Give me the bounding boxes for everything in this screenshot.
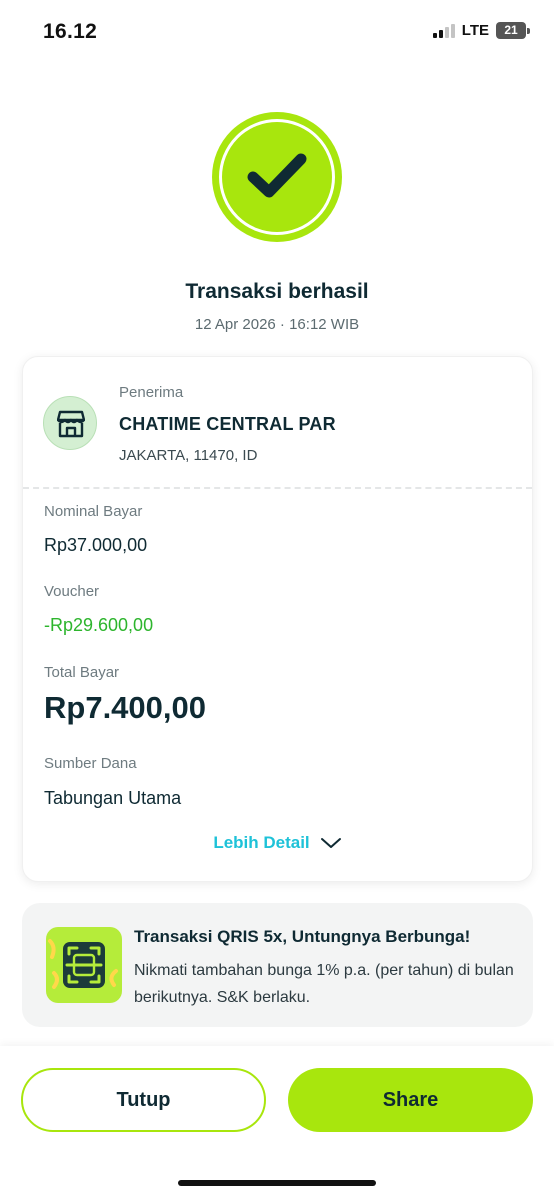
promo-title: Transaksi QRIS 5x, Untungnya Berbunga! — [134, 927, 471, 946]
total-label: Total Bayar — [44, 664, 120, 681]
store-icon — [43, 396, 97, 450]
status-time: 16.12 — [43, 20, 98, 43]
voucher-label: Voucher — [44, 583, 100, 600]
total-value: Rp7.400,00 — [44, 690, 206, 725]
success-check-icon — [212, 112, 342, 242]
recipient-label: Penerima — [119, 384, 184, 401]
nominal-value: Rp37.000,00 — [44, 535, 148, 555]
transaction-detail-card: Penerima CHATIME CENTRAL PAR JAKARTA, 11… — [22, 356, 533, 882]
status-indicators: LTE 21 — [432, 22, 530, 39]
more-detail-label: Lebih Detail — [213, 833, 310, 852]
more-detail-button[interactable]: Lebih Detail — [23, 833, 532, 853]
home-indicator — [178, 1180, 376, 1186]
qris-promo-banner[interactable]: Transaksi QRIS 5x, Untungnya Berbunga! N… — [22, 903, 533, 1027]
status-bar: 16.12 LTE 21 — [0, 0, 554, 66]
promo-description: Nikmati tambahan bunga 1% p.a. (per tahu… — [134, 962, 514, 1006]
bottom-action-bar: Tutup Share — [0, 1046, 554, 1199]
chevron-down-icon — [320, 838, 341, 848]
close-button[interactable]: Tutup — [21, 1068, 266, 1132]
recipient-name: CHATIME CENTRAL PAR — [119, 414, 336, 434]
voucher-value: -Rp29.600,00 — [44, 615, 154, 635]
nominal-label: Nominal Bayar — [44, 503, 143, 520]
recipient-location: JAKARTA, 11470, ID — [119, 447, 258, 464]
battery-level: 21 — [496, 22, 526, 39]
source-value: Tabungan Utama — [44, 788, 182, 808]
share-button[interactable]: Share — [288, 1068, 533, 1132]
signal-icon — [432, 23, 455, 38]
battery-icon: 21 — [496, 22, 530, 39]
page-title: Transaksi berhasil — [185, 280, 369, 303]
network-type: LTE — [461, 22, 489, 39]
qris-scan-icon — [46, 927, 122, 1003]
transaction-success-screen: 16.12 LTE 21 Transaksi berhasil 12 Apr 2… — [0, 0, 554, 1199]
dashed-divider — [23, 487, 532, 489]
transaction-datetime: 12 Apr 2026 · 16:12 WIB — [194, 316, 360, 333]
source-label: Sumber Dana — [44, 755, 137, 772]
